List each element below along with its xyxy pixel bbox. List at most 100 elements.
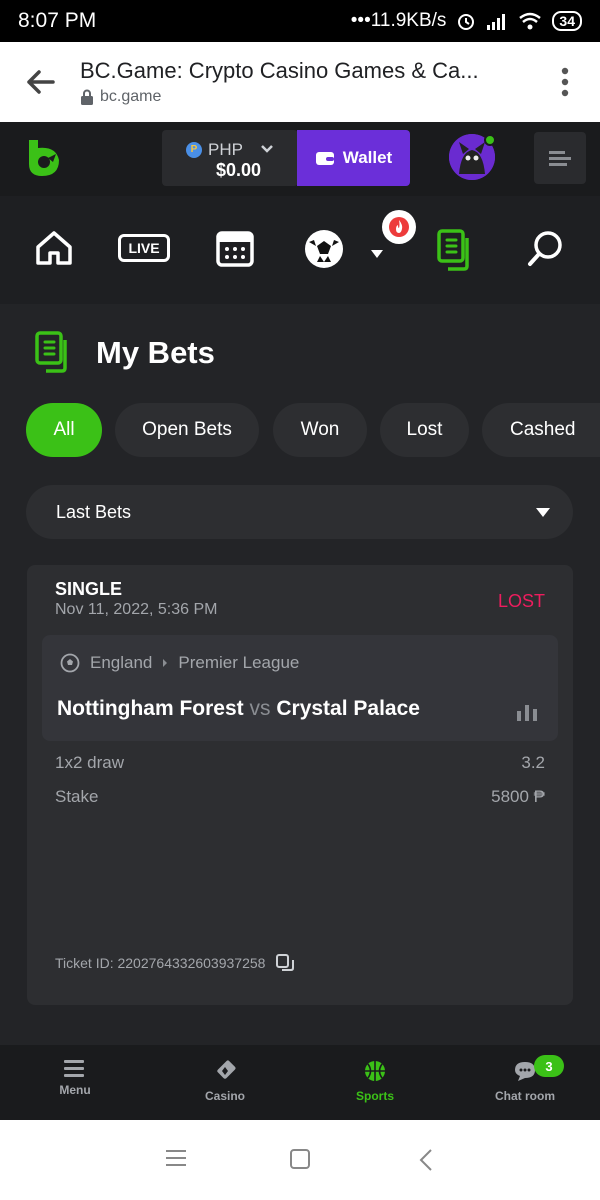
menu-icon (549, 151, 571, 166)
browser-bar: BC.Game: Crypto Casino Games & Ca... bc.… (0, 42, 600, 122)
wallet-button[interactable]: Wallet (297, 130, 410, 186)
search-icon (528, 231, 562, 266)
bets-slip-icon (437, 229, 469, 271)
lock-icon (81, 89, 93, 105)
live-nav[interactable]: LIVE (118, 234, 170, 262)
status-indicators: •••11.9KB/s 34 (351, 10, 582, 32)
back-button[interactable] (0, 69, 80, 95)
recent-apps-icon (166, 1150, 186, 1166)
system-nav-bar (0, 1120, 600, 1200)
market-label: 1x2 draw (55, 753, 124, 772)
page-tab-title: BC.Game: Crypto Casino Games & Ca... (80, 58, 479, 83)
bottom-nav-casino-label: Casino (204, 1089, 245, 1103)
page-title: My Bets (96, 335, 215, 370)
ticket-row: Ticket ID: 2202764332603937258 (55, 953, 295, 973)
tab-cashed[interactable]: Cashed (482, 403, 600, 457)
select-value: Last Bets (56, 501, 132, 522)
ticket-id: Ticket ID: 2202764332603937258 (55, 955, 266, 971)
home-button[interactable] (289, 1148, 311, 1175)
online-indicator (484, 134, 496, 146)
odds-value: 3.2 (521, 753, 545, 772)
alarm-icon (458, 14, 475, 30)
bottom-nav-chat-label: Chat room (495, 1089, 555, 1103)
app-header: P PHP $0.00 Wallet (0, 122, 600, 196)
caret-right-icon (163, 659, 168, 667)
bottom-nav-sports-label: Sports (355, 1089, 394, 1103)
page-header: My Bets (34, 330, 215, 376)
chat-unread-badge: 3 (534, 1055, 564, 1077)
square-icon (290, 1149, 310, 1169)
bets-period-select[interactable]: Last Bets (26, 485, 573, 539)
fire-icon (389, 217, 409, 237)
tab-won[interactable]: Won (273, 403, 367, 457)
my-bets-nav[interactable] (436, 228, 476, 277)
currency-row: P PHP (186, 140, 243, 160)
home-icon (36, 231, 72, 265)
stake-value: 5800 ₱ (491, 787, 545, 806)
calendar-icon (216, 231, 254, 267)
bottom-nav-casino[interactable]: Casino (170, 1059, 280, 1103)
bet-card[interactable]: SINGLE Nov 11, 2022, 5:36 PM LOST Englan… (27, 565, 573, 1005)
balance-selector[interactable]: P PHP $0.00 (162, 130, 298, 186)
hot-badge[interactable] (382, 210, 416, 244)
bet-type: SINGLE (55, 579, 123, 599)
tab-open-bets[interactable]: Open Bets (115, 403, 259, 457)
stake-row: Stake 5800 ₱ (55, 787, 545, 807)
event-panel[interactable]: England Premier League Nottingham Forest… (42, 635, 558, 741)
away-team: Crystal Palace (276, 697, 420, 720)
php-coin-icon: P (186, 142, 202, 158)
soccer-ball-icon (60, 653, 80, 673)
quick-nav: LIVE (0, 196, 600, 304)
caret-down-icon (536, 508, 550, 517)
arrow-left-icon (27, 70, 55, 94)
market-row: 1x2 draw 3.2 (55, 753, 545, 773)
league-row: England Premier League (60, 653, 299, 673)
battery-indicator: 34 (552, 11, 582, 31)
side-menu-button[interactable] (534, 132, 586, 184)
bet-status-badge: LOST (497, 591, 545, 611)
tab-lost[interactable]: Lost (380, 403, 469, 457)
bottom-nav: Menu Casino Sports Chat room (0, 1045, 600, 1120)
currency-code: PHP (208, 140, 243, 159)
versus-label: vs (249, 697, 271, 720)
signal-icon (487, 14, 506, 30)
wifi-icon (519, 12, 542, 30)
home-nav[interactable] (34, 228, 74, 273)
url-text: bc.game (100, 88, 162, 105)
country-name: England (90, 653, 153, 672)
chevron-down-icon (261, 145, 273, 153)
match-teams: Nottingham Forest vs Crystal Palace (57, 697, 420, 721)
browser-menu-button[interactable] (530, 67, 600, 97)
bottom-nav-menu[interactable]: Menu (20, 1059, 130, 1097)
bc-logo-icon (29, 140, 59, 176)
recent-apps-button[interactable] (166, 1148, 188, 1173)
league-name: Premier League (178, 653, 300, 672)
network-speed: •••11.9KB/s (350, 10, 447, 31)
more-vertical-icon (561, 67, 569, 97)
tab-all[interactable]: All (26, 403, 102, 457)
basketball-icon (365, 1061, 385, 1081)
stats-icon[interactable] (516, 703, 538, 721)
caret-down-icon (371, 250, 383, 258)
live-badge: LIVE (118, 234, 170, 262)
bc-logo[interactable] (26, 138, 62, 183)
status-bar: 8:07 PM •••11.9KB/s 34 (0, 0, 600, 42)
calendar-nav[interactable] (215, 228, 255, 273)
wallet-icon (315, 152, 334, 165)
search-nav[interactable] (526, 228, 566, 273)
address-bar[interactable]: BC.Game: Crypto Casino Games & Ca... bc.… (80, 58, 530, 106)
bet-filter-tabs: All Open Bets Won Lost Cashed (26, 403, 600, 457)
copy-icon[interactable] (275, 953, 295, 973)
soccer-nav[interactable] (303, 228, 345, 275)
bottom-nav-menu-label: Menu (59, 1083, 91, 1097)
back-nav-button[interactable] (418, 1148, 434, 1177)
bottom-nav-sports[interactable]: Sports (320, 1059, 430, 1103)
soccer-ball-icon (305, 230, 343, 268)
home-team: Nottingham Forest (57, 697, 244, 720)
bet-date: Nov 11, 2022, 5:36 PM (55, 601, 218, 618)
bets-slip-icon (35, 331, 67, 373)
stake-label: Stake (55, 787, 99, 806)
url-row: bc.game (80, 88, 530, 106)
chevron-left-icon (419, 1149, 432, 1171)
more-sports-dropdown[interactable] (370, 246, 384, 264)
